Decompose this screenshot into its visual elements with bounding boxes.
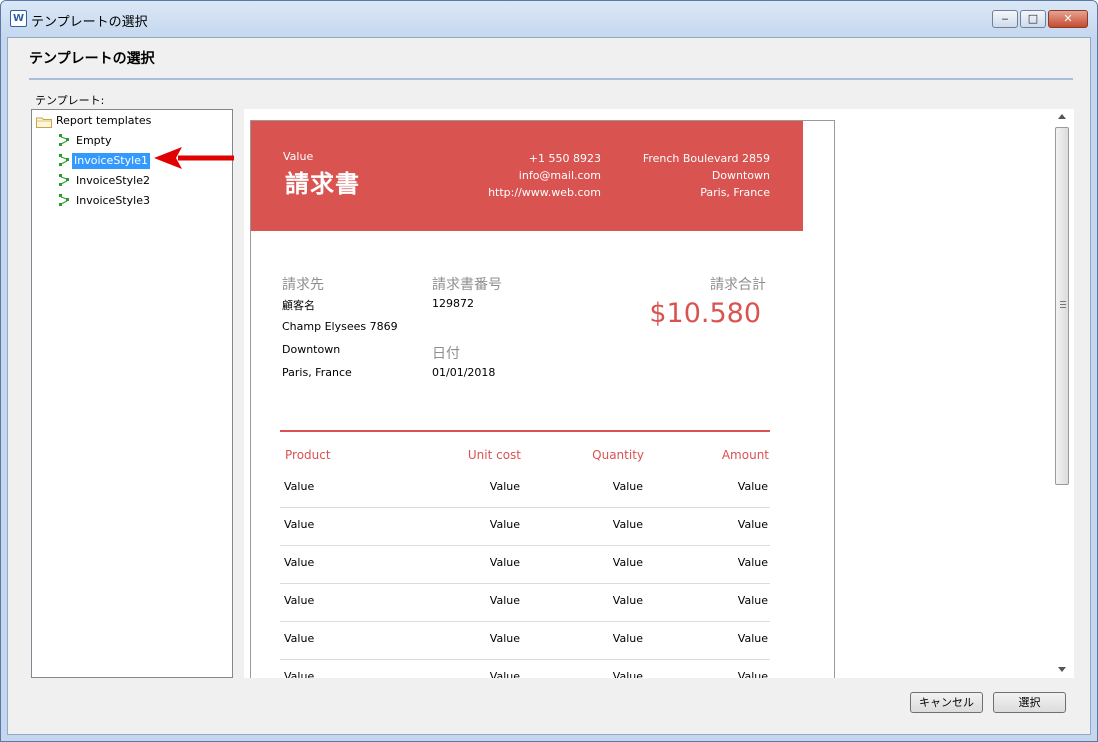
close-button[interactable]: ✕ bbox=[1048, 10, 1088, 28]
company-address: French Boulevard 2859 Downtown Paris, Fr… bbox=[631, 150, 770, 201]
invoice-banner: Value 請求書 +1 550 8923 info@mail.com http… bbox=[251, 121, 803, 231]
tree-item-invoicestyle1[interactable]: InvoiceStyle1 bbox=[56, 152, 156, 170]
close-icon: ✕ bbox=[1063, 12, 1073, 25]
tree-item-label: InvoiceStyle2 bbox=[76, 174, 150, 187]
template-preview[interactable]: Value 請求書 +1 550 8923 info@mail.com http… bbox=[244, 109, 1074, 678]
select-button[interactable]: 選択 bbox=[993, 692, 1066, 713]
phone-text: +1 550 8923 bbox=[528, 152, 601, 165]
table-cell: Value bbox=[284, 556, 315, 569]
table-cell: Value bbox=[737, 670, 768, 678]
table-row: Value Value Value Value bbox=[280, 469, 770, 508]
template-icon bbox=[59, 134, 69, 146]
table-cell: Value bbox=[737, 556, 768, 569]
minimize-button[interactable]: ‒ bbox=[992, 10, 1018, 28]
tree-root-report-templates[interactable]: Report templates bbox=[32, 112, 222, 130]
invoice-date: 01/01/2018 bbox=[432, 366, 496, 379]
table-cell: Value bbox=[612, 518, 643, 531]
minimize-icon: ‒ bbox=[1001, 12, 1009, 25]
scroll-up-icon[interactable] bbox=[1058, 114, 1066, 119]
table-cell: Value bbox=[489, 594, 520, 607]
invoice-number: 129872 bbox=[432, 297, 474, 310]
table-cell: Value bbox=[612, 556, 643, 569]
table-row: Value Value Value Value bbox=[280, 583, 770, 622]
preview-vertical-scrollbar[interactable] bbox=[1054, 109, 1070, 678]
table-cell: Value bbox=[284, 518, 315, 531]
website-text: http://www.web.com bbox=[488, 186, 601, 199]
table-row: Value Value Value Value bbox=[280, 507, 770, 546]
title-bar: W テンプレートの選択 ‒ □ ✕ bbox=[1, 1, 1097, 37]
table-cell: Value bbox=[489, 670, 520, 678]
customer-city: Paris, France bbox=[282, 366, 352, 379]
table-cell: Value bbox=[612, 480, 643, 493]
invoice-preview-page: Value 請求書 +1 550 8923 info@mail.com http… bbox=[250, 120, 835, 678]
address-line: Downtown bbox=[711, 169, 770, 182]
template-icon bbox=[59, 174, 69, 186]
tree-item-empty[interactable]: Empty bbox=[56, 132, 156, 150]
dialog-window: W テンプレートの選択 ‒ □ ✕ テンプレートの選択 テンプレート: Repo… bbox=[0, 0, 1098, 742]
template-icon bbox=[59, 194, 69, 206]
template-tree[interactable]: Report templates Empty InvoiceStyle1 Inv… bbox=[31, 109, 233, 678]
address-line: French Boulevard 2859 bbox=[642, 152, 770, 165]
banner-value-label: Value bbox=[283, 150, 314, 163]
invoice-number-heading: 請求書番号 bbox=[432, 277, 502, 293]
customer-name: 顧客名 bbox=[282, 299, 315, 312]
table-cell: Value bbox=[489, 632, 520, 645]
col-header-amount: Amount bbox=[721, 448, 769, 462]
scroll-down-icon[interactable] bbox=[1058, 667, 1066, 672]
address-line: Paris, France bbox=[700, 186, 770, 199]
tree-item-label: InvoiceStyle1 bbox=[72, 153, 150, 169]
col-header-unit-cost: Unit cost bbox=[467, 448, 521, 462]
template-icon bbox=[59, 154, 69, 166]
table-cell: Value bbox=[489, 518, 520, 531]
col-header-product: Product bbox=[285, 448, 331, 462]
invoice-total: $10.580 bbox=[649, 298, 761, 329]
table-cell: Value bbox=[284, 594, 315, 607]
tree-item-invoicestyle3[interactable]: InvoiceStyle3 bbox=[56, 192, 156, 210]
email-text: info@mail.com bbox=[518, 169, 601, 182]
app-icon: W bbox=[10, 10, 27, 27]
scrollbar-thumb[interactable] bbox=[1055, 127, 1069, 485]
scrollbar-grip-icon bbox=[1060, 301, 1066, 308]
tree-root-label: Report templates bbox=[56, 114, 152, 127]
template-label: テンプレート: bbox=[35, 94, 105, 107]
tree-item-invoicestyle2[interactable]: InvoiceStyle2 bbox=[56, 172, 156, 190]
table-row: Value Value Value Value bbox=[280, 621, 770, 660]
table-row: Value Value Value Value bbox=[280, 659, 770, 678]
col-header-quantity: Quantity bbox=[592, 448, 644, 462]
window-title: テンプレートの選択 bbox=[31, 15, 148, 30]
date-heading: 日付 bbox=[432, 346, 460, 362]
table-cell: Value bbox=[737, 594, 768, 607]
table-divider bbox=[280, 430, 770, 432]
total-heading: 請求合計 bbox=[710, 277, 766, 293]
table-cell: Value bbox=[612, 632, 643, 645]
table-cell: Value bbox=[737, 632, 768, 645]
folder-icon bbox=[36, 117, 52, 128]
bill-to-heading: 請求先 bbox=[282, 277, 324, 293]
page-title: テンプレートの選択 bbox=[29, 51, 155, 67]
table-cell: Value bbox=[737, 480, 768, 493]
table-cell: Value bbox=[612, 594, 643, 607]
maximize-icon: □ bbox=[1027, 12, 1039, 25]
dialog-client-area: テンプレートの選択 テンプレート: Report templates Empty bbox=[7, 37, 1091, 735]
tree-item-label: Empty bbox=[76, 134, 112, 147]
table-cell: Value bbox=[612, 670, 643, 678]
customer-district: Downtown bbox=[282, 343, 341, 356]
cancel-button[interactable]: キャンセル bbox=[910, 692, 983, 713]
table-cell: Value bbox=[284, 480, 315, 493]
contact-info: +1 550 8923 info@mail.com http://www.web… bbox=[481, 150, 601, 201]
table-cell: Value bbox=[489, 556, 520, 569]
red-arrow-icon bbox=[154, 147, 234, 169]
tree-item-label: InvoiceStyle3 bbox=[76, 194, 150, 207]
customer-address: Champ Elysees 7869 bbox=[282, 320, 398, 333]
invoice-title: 請求書 bbox=[285, 170, 360, 198]
table-row: Value Value Value Value bbox=[280, 545, 770, 584]
header-divider bbox=[29, 78, 1073, 80]
table-cell: Value bbox=[737, 518, 768, 531]
table-cell: Value bbox=[489, 480, 520, 493]
maximize-button[interactable]: □ bbox=[1020, 10, 1046, 28]
table-cell: Value bbox=[284, 632, 315, 645]
table-cell: Value bbox=[284, 670, 315, 678]
